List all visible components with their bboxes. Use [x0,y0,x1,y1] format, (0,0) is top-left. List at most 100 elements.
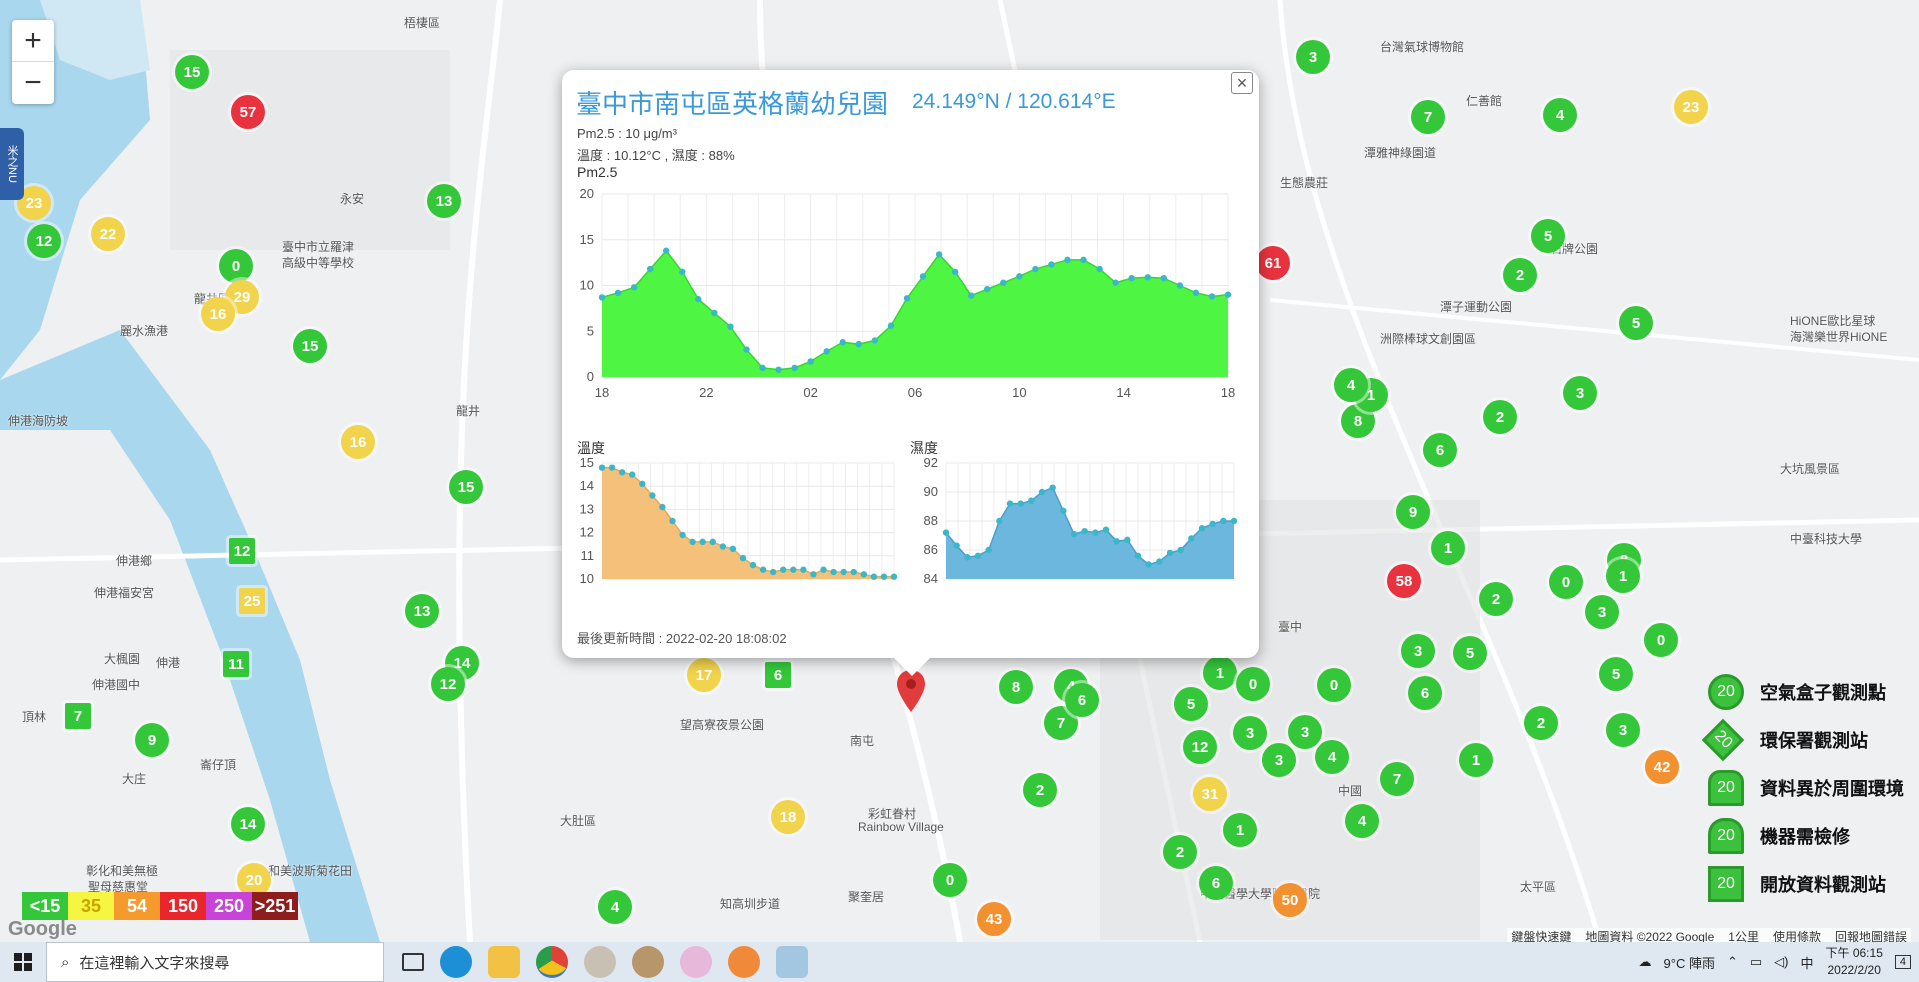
sensor-marker[interactable]: 0 [1236,667,1270,701]
sensor-marker[interactable]: 14 [231,807,265,841]
sensor-marker[interactable]: 4 [1345,804,1379,838]
taskbar-search-box[interactable]: ⌕ 在這裡輸入文字來搜尋 [46,942,384,982]
sensor-marker[interactable]: 12 [1183,730,1217,764]
sensor-marker[interactable]: 3 [1563,376,1597,410]
sensor-marker[interactable]: 57 [231,95,265,129]
chrome-icon[interactable] [536,946,568,978]
sensor-marker[interactable]: 7 [1380,762,1414,796]
app-box-icon[interactable] [776,946,808,978]
sensor-marker[interactable]: 2 [1023,773,1057,807]
sensor-marker[interactable]: 3 [1585,595,1619,629]
sensor-marker[interactable]: 12 [27,224,61,258]
sensor-marker[interactable]: 7 [1411,100,1445,134]
blender-icon[interactable] [728,946,760,978]
sensor-marker[interactable]: 3 [1288,715,1322,749]
sensor-marker[interactable]: 61 [1256,246,1290,280]
sensor-marker[interactable]: 58 [1387,564,1421,598]
sensor-marker[interactable]: 15 [293,329,327,363]
sensor-marker[interactable]: 23 [1674,90,1708,124]
sensor-marker[interactable]: 1 [1606,559,1640,593]
sensor-marker[interactable]: 11 [223,651,249,677]
zoom-out-button[interactable]: − [12,62,54,104]
app-compass-icon[interactable] [584,946,616,978]
sensor-marker[interactable]: 4 [1315,740,1349,774]
start-button[interactable] [0,942,46,982]
sensor-marker[interactable]: 4 [1334,368,1368,402]
sensor-marker[interactable]: 6 [765,662,791,688]
sensor-marker[interactable]: 18 [771,800,805,834]
attribution-link[interactable]: 使用條款 [1773,928,1821,942]
sensor-marker[interactable]: 6 [1423,433,1457,467]
map-canvas[interactable]: 梧棲區永安臺中市立羅津高級中等學校龍井區麗水漁港伸港海防坡龍井伸港鄉伸港福安宮伸… [0,0,1919,942]
sensor-marker[interactable]: 3 [1296,40,1330,74]
sensor-marker[interactable]: 6 [1199,866,1233,900]
task-view-icon[interactable] [402,953,424,971]
sensor-marker[interactable]: 2 [1483,400,1517,434]
popup-close-button[interactable]: × [1231,72,1253,94]
edge-icon[interactable] [440,946,472,978]
sensor-marker[interactable]: 31 [1193,777,1227,811]
sensor-marker[interactable]: 4 [598,890,632,924]
attribution-link[interactable]: 1公里 [1728,928,1759,942]
sensor-marker[interactable]: 5 [1174,687,1208,721]
sensor-marker[interactable]: 12 [229,538,255,564]
sensor-marker[interactable]: 5 [1619,306,1653,340]
sensor-marker[interactable]: 42 [1645,750,1679,784]
sensor-marker[interactable]: 43 [977,902,1011,936]
sensor-marker[interactable]: 13 [405,594,439,628]
sensor-marker[interactable]: 3 [1606,713,1640,747]
sensor-marker[interactable]: 17 [687,658,721,692]
sensor-marker[interactable]: 0 [1317,668,1351,702]
file-explorer-icon[interactable] [488,946,520,978]
sensor-marker[interactable]: 2 [1163,835,1197,869]
zoom-in-button[interactable]: + [12,20,54,62]
sensor-marker[interactable]: 2 [1524,706,1558,740]
attribution-link[interactable]: 地圖資料 ©2022 Google [1585,928,1714,942]
side-panel-tab[interactable]: 米之NU [0,128,24,200]
sensor-marker[interactable]: 25 [239,588,265,614]
sensor-marker[interactable]: 0 [219,249,253,283]
sensor-marker[interactable]: 9 [1396,495,1430,529]
network-icon[interactable]: ▭ [1750,954,1762,970]
sensor-marker[interactable]: 5 [1599,657,1633,691]
sensor-marker[interactable]: 0 [933,863,967,897]
sensor-marker[interactable]: 12 [431,667,465,701]
sensor-marker[interactable]: 6 [1065,683,1099,717]
notification-icon[interactable]: 4 [1894,955,1911,969]
sensor-marker[interactable]: 13 [427,184,461,218]
sensor-marker[interactable]: 16 [341,425,375,459]
sensor-marker[interactable]: 22 [91,217,125,251]
sensor-marker[interactable]: 16 [201,297,235,331]
attribution-link[interactable]: 回報地圖錯誤 [1835,928,1907,942]
sensor-marker[interactable]: 0 [1644,623,1678,657]
sensor-marker[interactable]: 15 [175,55,209,89]
sensor-marker[interactable]: 1 [1223,813,1257,847]
app-animal-icon[interactable] [632,946,664,978]
sensor-marker[interactable]: 6 [1408,676,1442,710]
sensor-marker[interactable]: 8 [999,670,1033,704]
sensor-marker[interactable]: 2 [1503,258,1537,292]
sensor-marker[interactable]: 3 [1262,743,1296,777]
sensor-marker[interactable]: 7 [65,703,91,729]
sensor-marker[interactable]: 5 [1453,636,1487,670]
sensor-marker[interactable]: 15 [449,470,483,504]
sensor-marker[interactable]: 1 [1431,531,1465,565]
attribution-link[interactable]: 鍵盤快速鍵 [1511,928,1571,942]
sensor-marker[interactable]: 3 [1401,634,1435,668]
sensor-marker[interactable]: 1 [1459,743,1493,777]
sensor-marker[interactable]: 3 [1233,716,1267,750]
sensor-marker[interactable]: 4 [1543,98,1577,132]
map-pin-icon[interactable] [897,670,925,717]
sensor-marker[interactable]: 50 [1273,883,1307,917]
clock[interactable]: 下午 06:15 2022/2/20 [1826,945,1883,979]
sensor-marker[interactable]: 2 [1479,582,1513,616]
sensor-marker[interactable]: 9 [135,723,169,757]
weather-icon[interactable]: ☁ [1639,954,1652,970]
app-paint-icon[interactable] [680,946,712,978]
ime-indicator[interactable]: 中 [1800,953,1813,972]
chevron-up-icon[interactable]: ⌃ [1727,954,1738,970]
sensor-marker[interactable]: 5 [1531,219,1565,253]
weather-text[interactable]: 9°C 陣雨 [1664,953,1715,972]
sensor-marker[interactable]: 1 [1203,656,1237,690]
sensor-marker[interactable]: 0 [1549,565,1583,599]
